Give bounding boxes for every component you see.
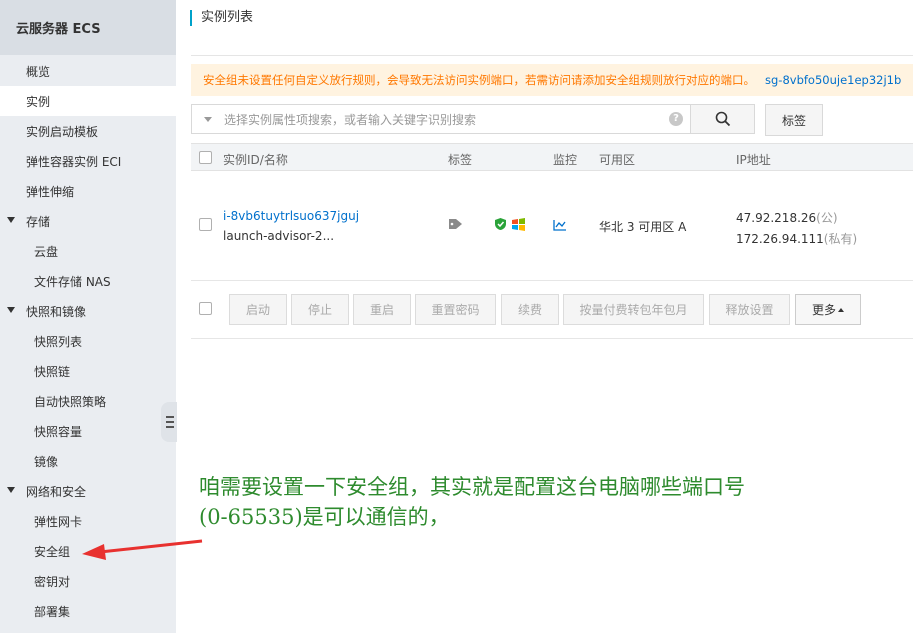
table-header: 实例ID/名称 标签 监控 可用区 IP地址: [191, 143, 913, 171]
sidebar-item-snapshot-capacity[interactable]: 快照容量: [0, 416, 176, 446]
sidebar-item-label: 概览: [26, 64, 51, 79]
search-box: ?: [191, 104, 691, 134]
sidebar-item-label: 弹性伸缩: [26, 184, 75, 199]
more-button[interactable]: 更多: [795, 294, 861, 325]
sidebar-item-label: 快照容量: [34, 424, 83, 439]
renew-button[interactable]: 续费: [501, 294, 559, 325]
search-icon: [715, 111, 731, 127]
caret-down-icon: [7, 307, 15, 313]
windows-os-icon: [512, 218, 525, 231]
sidebar-item-label: 实例启动模板: [26, 124, 99, 139]
reset-password-button[interactable]: 重置密码: [415, 294, 496, 325]
sidebar-item-eci[interactable]: 弹性容器实例 ECI: [0, 146, 176, 176]
sidebar-item-deployment-sets[interactable]: 部署集: [0, 596, 176, 626]
sidebar-item-instances[interactable]: 实例: [0, 86, 176, 116]
private-ip: 172.26.94.111(私有): [736, 230, 857, 247]
help-icon[interactable]: ?: [669, 112, 683, 126]
sidebar-item-launch-templates[interactable]: 实例启动模板: [0, 116, 176, 146]
annotation-line-2: (0-65535)是可以通信的，: [199, 505, 450, 529]
search-input[interactable]: [222, 109, 656, 131]
annotation-arrow-icon: [82, 539, 203, 560]
divider: [191, 55, 913, 56]
sidebar-item-label: 实例: [26, 94, 51, 109]
sidebar-item-label: 镜像: [34, 454, 59, 469]
sidebar-item-label: 文件存储 NAS: [34, 274, 111, 289]
caret-down-icon: [7, 217, 15, 223]
convert-billing-button[interactable]: 按量付费转包年包月: [563, 294, 704, 325]
sidebar-item-overview[interactable]: 概览: [0, 56, 176, 86]
sidebar-group-storage[interactable]: 存储: [0, 206, 176, 236]
sidebar-item-nas[interactable]: 文件存储 NAS: [0, 266, 176, 296]
sidebar-item-auto-snapshot-policy[interactable]: 自动快照策略: [0, 386, 176, 416]
sidebar-item-label: 网络和安全: [26, 484, 87, 499]
sidebar-item-label: 部署集: [34, 604, 71, 619]
sidebar-group-snapshots-images[interactable]: 快照和镜像: [0, 296, 176, 326]
sidebar-collapse-handle[interactable]: [161, 402, 177, 442]
sidebar-item-label: 云盘: [34, 244, 59, 259]
column-header-monitor: 监控: [553, 153, 578, 167]
column-header-id-name: 实例ID/名称: [223, 153, 288, 167]
instance-name: launch-advisor-2...: [223, 229, 335, 243]
sidebar-item-label: 弹性容器实例 ECI: [26, 154, 122, 169]
table-row: i-8vb6tuytrlsuo637jguj launch-advisor-2.…: [191, 171, 913, 281]
start-button[interactable]: 启动: [229, 294, 287, 325]
sidebar-item-snapshot-list[interactable]: 快照列表: [0, 326, 176, 356]
monitor-chart-icon[interactable]: [553, 219, 567, 231]
public-ip: 47.92.218.26(公): [736, 209, 838, 226]
security-group-link[interactable]: sg-8vbfo50uje1ep32j1b: [765, 73, 901, 87]
caret-down-icon: [7, 487, 15, 493]
column-header-ip: IP地址: [736, 153, 771, 167]
row-checkbox[interactable]: [199, 218, 212, 231]
restart-button[interactable]: 重启: [353, 294, 411, 325]
sidebar-item-label: 密钥对: [34, 574, 71, 589]
sidebar-item-label: 自动快照策略: [34, 394, 107, 409]
column-header-zone: 可用区: [599, 153, 636, 167]
annotation-line-1: 咱需要设置一下安全组，其实就是配置这台电脑哪些端口号: [199, 475, 745, 499]
security-shield-icon: [495, 218, 506, 230]
sidebar-item-label: 安全组: [34, 544, 71, 559]
more-button-label: 更多: [811, 303, 836, 317]
sidebar-item-key-pairs[interactable]: 密钥对: [0, 566, 176, 596]
sidebar-item-disks[interactable]: 云盘: [0, 236, 176, 266]
public-ip-value: 47.92.218.26: [736, 211, 817, 225]
sidebar-item-auto-scaling[interactable]: 弹性伸缩: [0, 176, 176, 206]
tag-icon[interactable]: [448, 218, 464, 230]
security-group-warning: 安全组未设置任何自定义放行规则，会导致无法访问实例端口，若需访问请添加安全组规则…: [191, 64, 913, 96]
sidebar-item-label: 弹性网卡: [34, 514, 83, 529]
sidebar-title: 云服务器 ECS: [0, 0, 176, 55]
batch-select-checkbox[interactable]: [199, 302, 212, 315]
caret-up-icon: [838, 307, 844, 312]
release-settings-button[interactable]: 释放设置: [709, 294, 790, 325]
annotation-text: 咱需要设置一下安全组，其实就是配置这台电脑哪些端口号 (0-65535)是可以通…: [199, 472, 879, 532]
batch-action-bar: 启动 停止 重启 重置密码 续费 按量付费转包年包月 释放设置 更多: [191, 281, 913, 339]
instance-id-link[interactable]: i-8vb6tuytrlsuo637jguj: [223, 209, 359, 223]
public-ip-tag: (公): [816, 211, 838, 225]
page-title: 实例列表: [190, 10, 253, 26]
sidebar-item-snapshot-chain[interactable]: 快照链: [0, 356, 176, 386]
dropdown-arrow-icon[interactable]: [204, 117, 212, 122]
select-all-checkbox[interactable]: [199, 151, 212, 164]
zone-value: 华北 3 可用区 A: [599, 220, 687, 234]
warning-text: 安全组未设置任何自定义放行规则，会导致无法访问实例端口，若需访问请添加安全组规则…: [203, 73, 755, 87]
sidebar-item-label: 存储: [26, 214, 51, 229]
private-ip-value: 172.26.94.111: [736, 232, 824, 246]
sidebar-group-network-security[interactable]: 网络和安全: [0, 476, 176, 506]
sidebar-item-eni[interactable]: 弹性网卡: [0, 506, 176, 536]
stop-button[interactable]: 停止: [291, 294, 349, 325]
sidebar-item-images[interactable]: 镜像: [0, 446, 176, 476]
sidebar-item-label: 快照和镜像: [26, 304, 87, 319]
sidebar-item-label: 快照列表: [34, 334, 83, 349]
search-button[interactable]: [690, 104, 755, 134]
tags-button[interactable]: 标签: [765, 104, 823, 136]
column-header-tags: 标签: [448, 153, 473, 167]
private-ip-tag: (私有): [823, 232, 858, 246]
sidebar-item-label: 快照链: [34, 364, 71, 379]
